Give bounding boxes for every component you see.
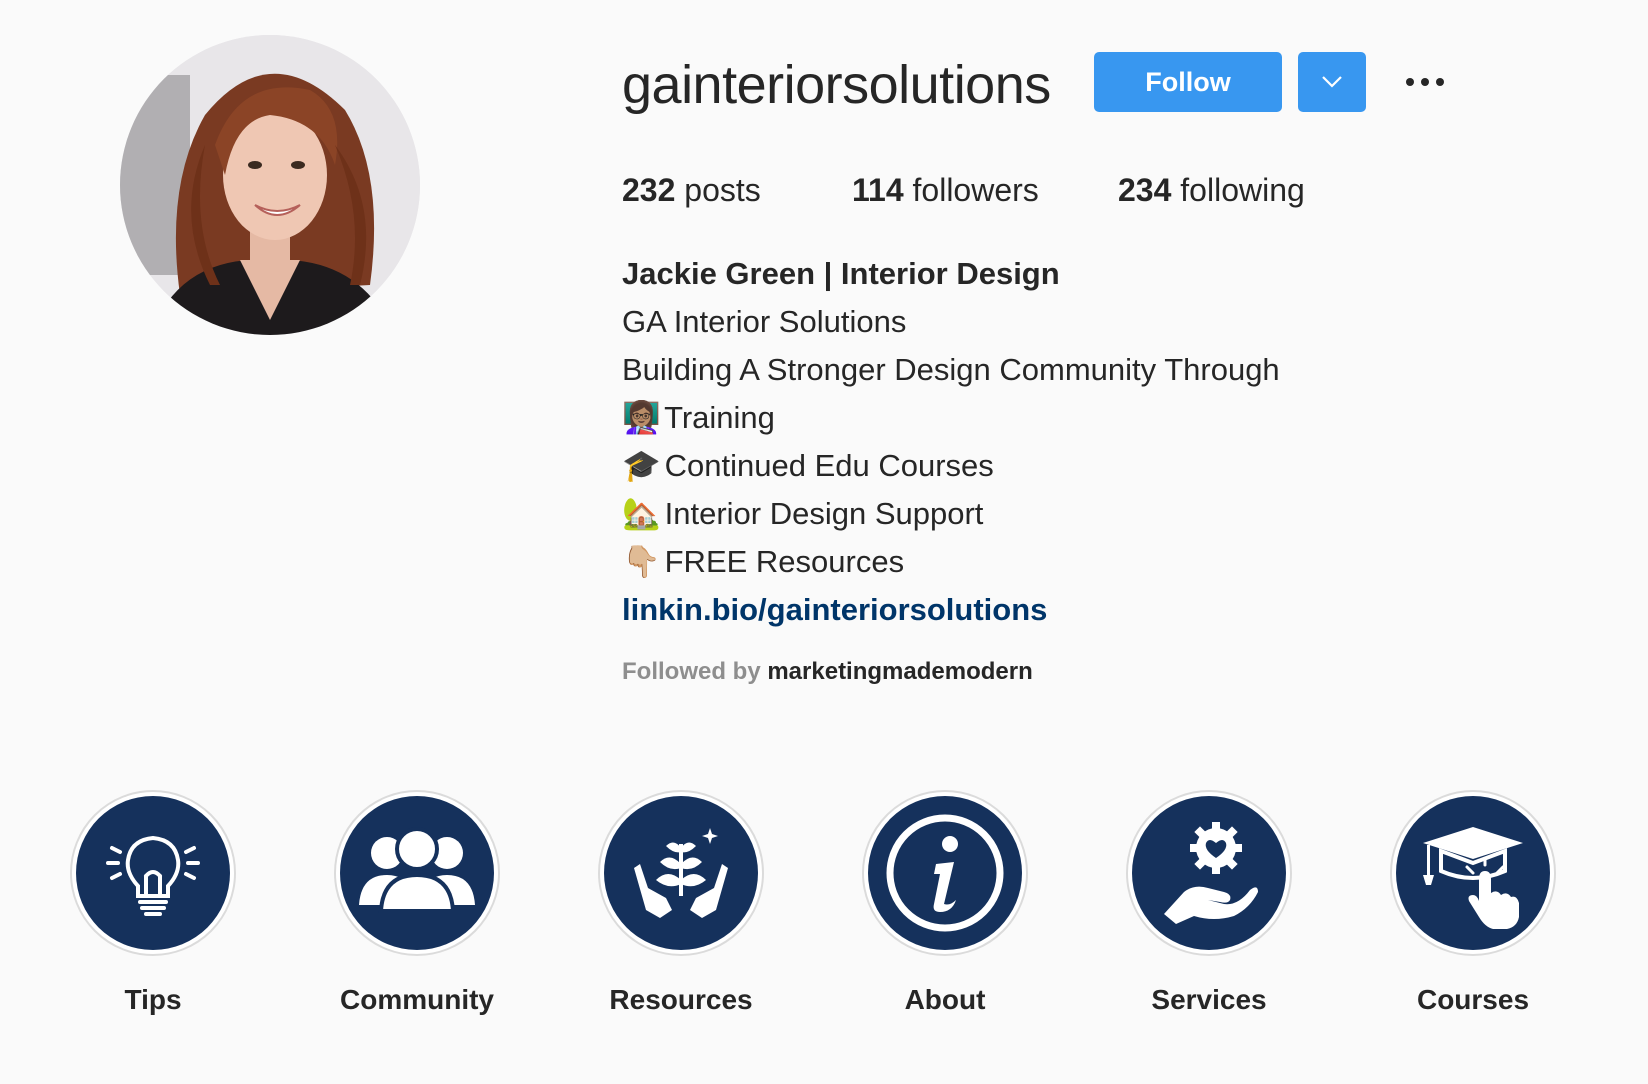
followers-label: followers bbox=[912, 172, 1039, 208]
highlight-label: Courses bbox=[1416, 984, 1530, 1015]
highlight-courses[interactable]: Courses bbox=[1373, 790, 1573, 1016]
following-label: following bbox=[1180, 172, 1305, 208]
highlight-cover bbox=[1132, 796, 1286, 950]
posts-stat: 232 posts bbox=[622, 170, 761, 210]
highlight-cover bbox=[76, 796, 230, 950]
lightbulb-icon bbox=[106, 835, 200, 916]
highlight-cover bbox=[1396, 796, 1550, 950]
bio-name: Jackie Green | Interior Design bbox=[622, 256, 1060, 291]
bio-line: Building A Stronger Design Community Thr… bbox=[622, 352, 1280, 387]
bio-link[interactable]: linkin.bio/gainteriorsolutions bbox=[622, 586, 1280, 634]
highlight-cover bbox=[868, 796, 1022, 950]
bio-item-text: Interior Design Support bbox=[664, 496, 984, 531]
avatar-portrait-image bbox=[120, 35, 420, 335]
graduation-cap-pointer-icon bbox=[1423, 827, 1523, 929]
bio-list-item: 🎓 Continued Edu Courses bbox=[622, 442, 1280, 490]
more-dots-icon bbox=[1406, 78, 1444, 86]
followed-by-user-link[interactable]: marketingmademodern bbox=[767, 658, 1032, 685]
highlight-cover bbox=[340, 796, 494, 950]
profile-page: gainteriorsolutions Follow 232 posts 114… bbox=[0, 0, 1648, 1084]
bio-list-item: 🏡 Interior Design Support bbox=[622, 490, 1280, 538]
graduation-cap-emoji-icon: 🎓 bbox=[622, 448, 661, 484]
highlight-resources[interactable]: Resources bbox=[581, 790, 781, 1016]
following-stat[interactable]: 234 following bbox=[1118, 170, 1305, 210]
highlight-ring[interactable] bbox=[1390, 790, 1556, 956]
bio-item-text: Continued Edu Courses bbox=[664, 448, 994, 483]
teacher-emoji-icon: 👩🏽‍🏫 bbox=[622, 400, 661, 436]
highlight-services[interactable]: Services bbox=[1109, 790, 1309, 1016]
followed-by-prefix: Followed by bbox=[622, 658, 761, 685]
highlight-label: Resources bbox=[609, 984, 753, 1015]
house-emoji-icon: 🏡 bbox=[622, 496, 661, 532]
highlight-ring[interactable] bbox=[1126, 790, 1292, 956]
profile-username: gainteriorsolutions bbox=[622, 55, 1051, 115]
more-options-button[interactable] bbox=[1400, 62, 1450, 102]
followed-by: Followed by marketingmademodern bbox=[622, 658, 1033, 686]
highlight-label: Services bbox=[1151, 984, 1267, 1015]
bio-list-item: 👇🏼 FREE Resources bbox=[622, 538, 1280, 586]
posts-label: posts bbox=[684, 172, 761, 208]
highlight-label: About bbox=[904, 984, 986, 1015]
posts-count: 232 bbox=[622, 172, 676, 208]
highlight-tips[interactable]: Tips bbox=[53, 790, 253, 1016]
follow-button[interactable]: Follow bbox=[1094, 52, 1282, 112]
hand-heart-gear-icon bbox=[1164, 822, 1258, 924]
hands-plant-icon bbox=[634, 828, 728, 918]
bio-item-text: FREE Resources bbox=[664, 544, 905, 579]
highlight-community[interactable]: Community bbox=[317, 790, 517, 1016]
profile-bio: Jackie Green | Interior Design GA Interi… bbox=[622, 250, 1280, 634]
suggestions-dropdown-button[interactable] bbox=[1298, 52, 1366, 112]
highlight-cover bbox=[604, 796, 758, 950]
info-icon bbox=[886, 814, 1004, 932]
followers-count: 114 bbox=[852, 172, 904, 208]
highlight-ring[interactable] bbox=[334, 790, 500, 956]
highlight-ring[interactable] bbox=[862, 790, 1028, 956]
followers-stat[interactable]: 114 followers bbox=[852, 170, 1039, 210]
bio-item-text: Training bbox=[664, 400, 775, 435]
chevron-down-icon bbox=[1322, 76, 1342, 88]
profile-avatar[interactable] bbox=[120, 35, 420, 335]
highlight-ring[interactable] bbox=[598, 790, 764, 956]
pointing-down-emoji-icon: 👇🏼 bbox=[622, 544, 661, 580]
group-icon bbox=[359, 827, 475, 913]
following-count: 234 bbox=[1118, 172, 1172, 208]
bio-line: GA Interior Solutions bbox=[622, 304, 907, 339]
highlight-ring[interactable] bbox=[70, 790, 236, 956]
highlight-label: Community bbox=[340, 984, 494, 1015]
highlight-label: Tips bbox=[124, 984, 182, 1015]
bio-list-item: 👩🏽‍🏫 Training bbox=[622, 394, 1280, 442]
highlight-about[interactable]: About bbox=[845, 790, 1045, 1016]
